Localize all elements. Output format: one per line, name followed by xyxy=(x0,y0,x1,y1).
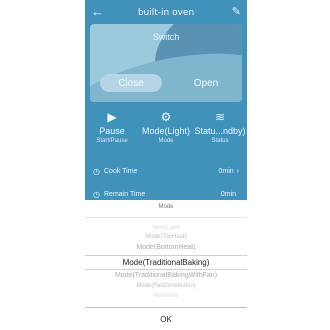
picker-option[interactable]: Mode(Grill) xyxy=(85,293,247,299)
picker-title: Mode xyxy=(158,204,174,210)
picker-option[interactable]: Mode(BottomHeat) xyxy=(85,244,247,251)
mode-picker-wheel[interactable]: Mode(Light) Mode(TopHeat) Mode(BottomHea… xyxy=(85,220,247,320)
picker-option-selected[interactable]: Mode(TraditionalBaking) xyxy=(85,258,247,267)
selection-line-top xyxy=(85,255,247,256)
screen: ← built-in oven ✎ Switch Close Open ▶ Pa… xyxy=(0,0,330,330)
ok-button[interactable]: OK xyxy=(85,310,247,328)
picker-option[interactable]: Mode(TopHeat) xyxy=(85,234,247,240)
modal-overlay[interactable] xyxy=(0,0,330,200)
picker-option[interactable]: Mode(TraditionalBakingWithFan) xyxy=(85,272,247,279)
picker-option[interactable]: Mode(Light) xyxy=(85,225,247,231)
divider xyxy=(85,217,247,218)
mode-picker-sheet: Mode Mode(Light) Mode(TopHeat) Mode(Bott… xyxy=(85,200,247,330)
selection-line-bottom xyxy=(85,269,247,270)
divider xyxy=(85,307,247,308)
picker-option[interactable]: Mode(FanConvection) xyxy=(85,283,247,289)
